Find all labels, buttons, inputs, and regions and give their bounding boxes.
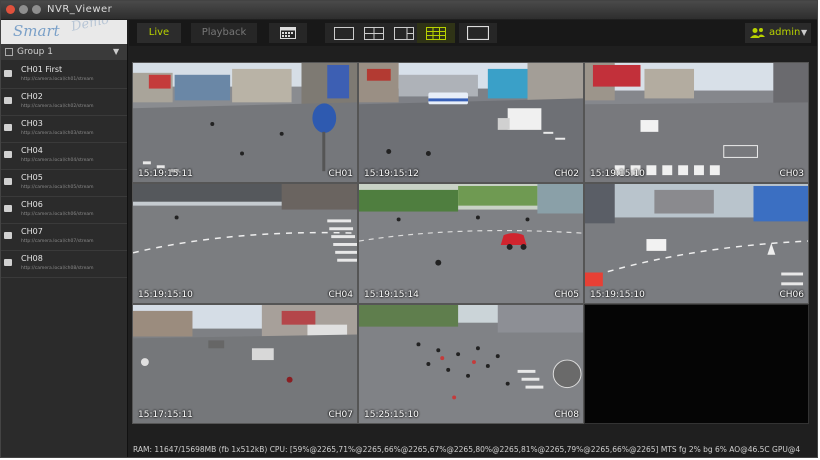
camera-icon [4,70,12,77]
channel-name: CH03 [21,119,43,128]
channel-label: CH07 [328,410,353,420]
channel-label: CH05 [554,290,579,300]
camera-feed [359,63,583,182]
camera-icon [4,178,12,185]
minimize-window-button[interactable] [19,5,28,14]
channel-item-ch02[interactable]: CH02 http://camera.local/ch02/stream [1,89,127,116]
camera-grid: 15:19:15:11 CH01 15:19:15:12 CH02 15:19:… [132,62,809,424]
tab-playback[interactable]: Playback [191,23,257,43]
chevron-down-icon: ▼ [801,28,808,37]
channel-item-ch01[interactable]: CH01 First http://camera.local/ch01/stre… [1,62,127,89]
user-menu[interactable]: admin ▼ [745,23,811,43]
camera-tile-ch07[interactable]: 15:17:15:11 CH07 [132,304,358,424]
logo-text: Smart [13,22,60,40]
fullscreen-button[interactable] [459,23,497,43]
channel-item-ch07[interactable]: CH07 http://camera.local/ch07/stream [1,224,127,251]
calendar-icon [280,27,296,39]
toolbar: Live Playback admin ▼ [129,20,817,46]
camera-tile-ch01[interactable]: 15:19:15:11 CH01 [132,62,358,183]
username: admin [769,27,801,38]
channel-label: CH04 [328,290,353,300]
layout-single-icon [334,26,354,40]
channel-item-ch05[interactable]: CH05 http://camera.local/ch05/stream [1,170,127,197]
camera-feed [133,184,357,303]
chevron-down-icon: ▼ [113,47,120,56]
layout-quad-icon [364,26,384,40]
channel-item-ch03[interactable]: CH03 http://camera.local/ch03/stream [1,116,127,143]
timestamp: 15:19:15:10 [590,290,645,300]
channel-url: http://camera.local/ch08/stream [21,266,94,271]
timestamp: 15:19:15:11 [138,169,193,179]
group-label: Group 1 [17,47,53,57]
timestamp: 15:17:15:11 [138,410,193,420]
calendar-button[interactable] [269,23,307,43]
camera-tile-ch04[interactable]: 15:19:15:10 CH04 [132,183,358,304]
camera-feed [359,184,583,303]
close-window-button[interactable] [6,5,15,14]
fullscreen-icon [467,26,489,40]
channel-url: http://camera.local/ch02/stream [21,104,94,109]
logo-watermark: Demo [69,20,111,35]
group-icon [5,48,13,56]
channel-name: CH05 [21,173,43,182]
window-controls [6,5,41,14]
channel-name: CH02 [21,92,43,101]
channel-item-ch04[interactable]: CH04 http://camera.local/ch04/stream [1,143,127,170]
channel-url: http://camera.local/ch07/stream [21,239,94,244]
channel-item-ch06[interactable]: CH06 http://camera.local/ch06/stream [1,197,127,224]
channel-label: CH01 [328,169,353,179]
maximize-window-button[interactable] [32,5,41,14]
camera-tile-empty[interactable] [584,304,809,424]
tab-live[interactable]: Live [137,23,181,43]
camera-feed [359,305,583,423]
channel-label: CH08 [554,410,579,420]
channel-url: http://camera.local/ch01/stream [21,77,94,82]
window-title: NVR_Viewer [47,4,113,15]
app-logo: Smart Demo [1,20,127,44]
camera-tile-ch06[interactable]: 15:19:15:10 CH06 [584,183,809,304]
channel-name: CH08 [21,254,43,263]
layout-3x3-button[interactable] [417,23,455,43]
camera-icon [4,259,12,266]
camera-icon [4,97,12,104]
status-bar: RAM: 11647/15698MB (fb 1x512kB) CPU: [59… [133,445,801,454]
timestamp: 15:19:15:14 [364,290,419,300]
channel-url: http://camera.local/ch03/stream [21,131,94,136]
channel-url: http://camera.local/ch04/stream [21,158,94,163]
camera-feed [585,63,808,182]
layout-nine-icon [426,26,446,40]
title-bar: NVR_Viewer [1,1,817,19]
timestamp: 15:19:15:10 [138,290,193,300]
channel-label: CH02 [554,169,579,179]
channel-item-ch08[interactable]: CH08 http://camera.local/ch08/stream [1,251,127,278]
group-selector[interactable]: Group 1 ▼ [1,44,127,60]
timestamp: 15:25:15:10 [364,410,419,420]
layout-main-plus-icon [394,26,414,40]
channel-name: CH06 [21,200,43,209]
channel-label: CH06 [779,290,804,300]
camera-icon [4,151,12,158]
user-group-icon [750,28,765,38]
camera-tile-ch02[interactable]: 15:19:15:12 CH02 [358,62,584,183]
channel-sidebar: Group 1 ▼ CH01 First http://camera.local… [1,44,128,457]
camera-tile-ch08[interactable]: 15:25:15:10 CH08 [358,304,584,424]
nvr-window: NVR_Viewer Smart Demo Live Playback admi… [0,0,818,458]
camera-feed [133,305,357,423]
channel-name: CH04 [21,146,43,155]
camera-icon [4,205,12,212]
camera-feed [133,63,357,182]
camera-icon [4,124,12,131]
channel-name: CH01 First [21,65,63,74]
camera-tile-ch05[interactable]: 15:19:15:14 CH05 [358,183,584,304]
camera-feed [585,184,808,303]
channel-url: http://camera.local/ch06/stream [21,212,94,217]
timestamp: 15:19:15:12 [364,169,419,179]
timestamp: 15:19:15:10 [590,169,645,179]
channel-name: CH07 [21,227,43,236]
camera-icon [4,232,12,239]
channel-label: CH03 [779,169,804,179]
camera-tile-ch03[interactable]: 15:19:15:10 CH03 [584,62,809,183]
channel-url: http://camera.local/ch05/stream [21,185,94,190]
